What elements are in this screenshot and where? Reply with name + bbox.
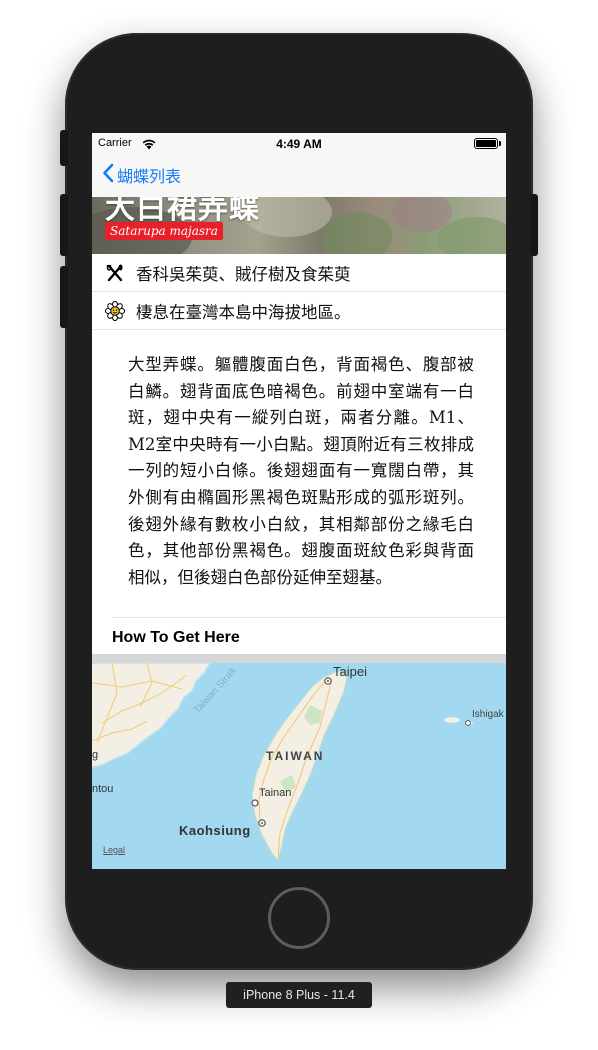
battery-icon — [474, 138, 498, 149]
fork-knife-icon — [105, 263, 125, 283]
scientific-name-badge: Satarupa majasra — [105, 222, 223, 240]
food-plant-row: 香科吳茱萸、賊仔樹及食茱萸 — [92, 254, 506, 292]
habitat-text: 棲息在臺灣本島中海拔地區。 — [136, 302, 351, 322]
mute-switch — [60, 130, 68, 166]
power-button — [530, 194, 538, 256]
butterfly-header-image: 大白裙弄蝶 Satarupa majasra — [92, 197, 506, 254]
divider — [112, 617, 506, 618]
description-text: 大型弄蝶。軀體腹面白色，背面褐色、腹部被白鱗。翅背面底色暗褐色。前翅中室端有一白… — [128, 355, 474, 587]
battery-tip — [499, 141, 501, 146]
navigation-bar: 蝴蝶列表 — [92, 153, 506, 197]
food-plant-text: 香科吳茱萸、賊仔樹及食茱萸 — [136, 264, 351, 284]
section-separator — [92, 654, 506, 663]
status-bar: Carrier 4:49 AM — [92, 133, 506, 153]
location-map[interactable]: Taipei TAIWAN Tainan Kaohsiung Ishigak n… — [92, 663, 506, 869]
back-button[interactable]: 蝴蝶列表 — [102, 161, 181, 189]
volume-down-button — [60, 266, 68, 328]
map-graphics — [92, 663, 473, 863]
flower-icon — [105, 300, 125, 321]
map-label-taiwan: TAIWAN — [266, 749, 325, 763]
map-label-ntou: ntou — [92, 783, 114, 795]
how-to-get-here-heading: How To Get Here — [112, 629, 240, 646]
map-label-ishigaki: Ishigak — [472, 709, 504, 720]
volume-up-button — [60, 194, 68, 256]
map-legal-link[interactable]: Legal — [103, 845, 125, 855]
status-time: 4:49 AM — [276, 137, 322, 151]
map-label-tainan: Tainan — [259, 787, 292, 799]
chevron-left-icon — [102, 163, 114, 188]
map-label-taipei: Taipei — [333, 664, 367, 679]
simulator-device-label: iPhone 8 Plus - 11.4 — [226, 982, 372, 1008]
back-label: 蝴蝶列表 — [117, 167, 182, 186]
map-label-g: g — [92, 749, 99, 761]
app-screen: Carrier 4:49 AM 蝴蝶列表 大白裙弄蝶 Satarupa maja… — [92, 133, 506, 869]
habitat-row: 棲息在臺灣本島中海拔地區。 — [92, 292, 506, 330]
map-label-kaohsiung: Kaohsiung — [179, 823, 251, 838]
home-button[interactable] — [268, 887, 330, 949]
